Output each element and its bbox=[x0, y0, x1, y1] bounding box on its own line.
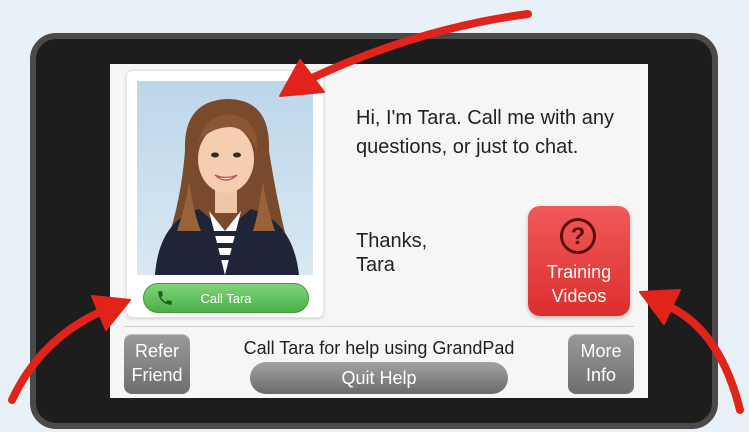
call-tara-button[interactable]: Call Tara bbox=[143, 283, 309, 313]
signature-line-2: Tara bbox=[356, 254, 395, 276]
signature-line-1: Thanks, bbox=[356, 230, 428, 252]
welcome-message: Hi, I'm Tara. Call me with any questions… bbox=[356, 107, 614, 158]
help-text: Call Tara for help using GrandPad bbox=[243, 338, 515, 358]
more-info-button[interactable]: More Info bbox=[568, 334, 634, 394]
contact-card: Call Tara bbox=[126, 70, 324, 318]
call-tara-label: Call Tara bbox=[200, 290, 252, 306]
training-label-line-2: Videos bbox=[551, 286, 607, 306]
more-label-line-2: Info bbox=[585, 365, 617, 385]
refer-label-line-1: Refer bbox=[134, 341, 179, 361]
refer-friend-button[interactable]: Refer Friend bbox=[124, 334, 190, 394]
quit-help-button[interactable]: Quit Help bbox=[250, 362, 508, 394]
help-screen: Call Tara Hi, I'm Tara. Call me with any… bbox=[110, 64, 648, 398]
training-videos-button[interactable]: ? Training Videos bbox=[528, 206, 630, 316]
more-label-line-1: More bbox=[580, 341, 622, 361]
contact-photo bbox=[137, 81, 313, 275]
question-mark-icon: ? bbox=[560, 218, 596, 254]
divider bbox=[124, 326, 634, 327]
refer-label-line-2: Friend bbox=[131, 365, 183, 385]
phone-icon bbox=[158, 291, 172, 305]
training-label-line-1: Training bbox=[546, 262, 612, 282]
signature: Thanks, Tara bbox=[356, 229, 427, 277]
